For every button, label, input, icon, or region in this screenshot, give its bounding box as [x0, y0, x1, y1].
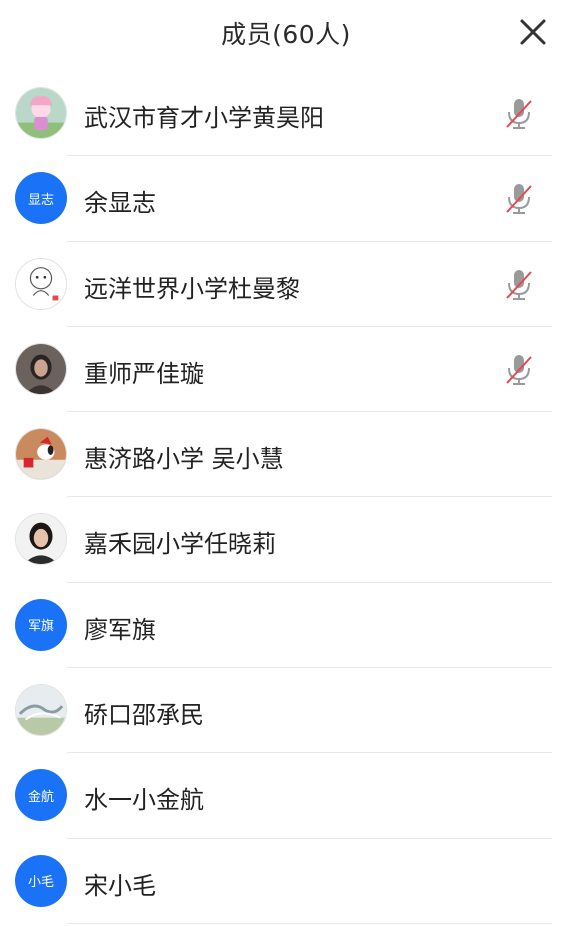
member-row[interactable]: 金航 水一小金航: [0, 753, 572, 839]
member-name: 余显志: [84, 189, 156, 218]
member-row[interactable]: 武汉市育才小学黄昊阳: [0, 71, 572, 157]
member-row[interactable]: 小毛 宋小毛: [0, 839, 572, 924]
member-name: 水一小金航: [84, 786, 204, 815]
cartoon-avatar-icon: [15, 87, 67, 139]
member-row[interactable]: 远洋世界小学杜曼黎: [0, 242, 572, 327]
member-row[interactable]: 嘉禾园小学任晓莉: [0, 497, 572, 583]
mic-muted-icon[interactable]: [504, 353, 534, 387]
close-icon[interactable]: [516, 15, 550, 49]
mic-muted-icon[interactable]: [504, 97, 534, 131]
member-name: 远洋世界小学杜曼黎: [84, 274, 300, 303]
member-name: 嘉禾园小学任晓莉: [84, 530, 276, 559]
member-name: 廖军旗: [84, 615, 156, 644]
mic-muted-icon[interactable]: [504, 268, 534, 302]
portrait-avatar-icon: [15, 513, 67, 566]
member-name: 宋小毛: [84, 871, 156, 900]
header: 成员(60人): [0, 0, 572, 66]
member-row[interactable]: 军旗 廖军旗: [0, 583, 572, 669]
member-list: 武汉市育才小学黄昊阳 显志 余显志 远洋世界小学杜曼黎 重师严佳璇 惠济路小学 …: [0, 71, 572, 924]
member-row[interactable]: 显志 余显志: [0, 156, 572, 242]
sketch-avatar-icon: [15, 257, 67, 310]
snoopy-avatar-icon: [15, 428, 67, 481]
member-name: 武汉市育才小学黄昊阳: [84, 104, 324, 132]
landscape-avatar-icon: [15, 684, 67, 737]
text-avatar: 军旗: [15, 598, 67, 651]
text-avatar: 金航: [15, 769, 67, 822]
member-name: 重师严佳璇: [84, 359, 204, 388]
row-divider: [67, 922, 552, 924]
member-name: 惠济路小学 吴小慧: [84, 445, 284, 474]
text-avatar: 显志: [15, 172, 67, 225]
portrait-avatar-icon: [15, 342, 67, 395]
member-name: 硚口邵承民: [84, 701, 204, 730]
member-row[interactable]: 硚口邵承民: [0, 668, 572, 754]
text-avatar: 小毛: [15, 854, 67, 907]
member-row[interactable]: 重师严佳璇: [0, 327, 572, 413]
page-title: 成员(60人): [221, 20, 351, 49]
mic-muted-icon[interactable]: [504, 182, 534, 216]
member-row[interactable]: 惠济路小学 吴小慧: [0, 412, 572, 498]
